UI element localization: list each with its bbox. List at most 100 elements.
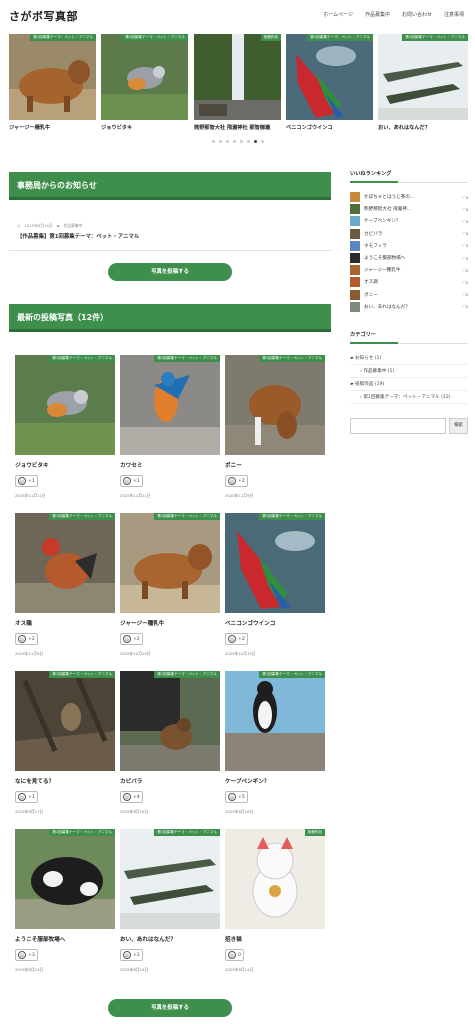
post-card[interactable]: 第1回募集テーマ・ペット・アニマル ジョウビタキ ☺ +1 2025年11月11日 [15, 355, 115, 503]
ranking-item[interactable]: オス鶏 ♡2 [350, 276, 468, 288]
post-date: 2025年11月9日 [225, 493, 254, 498]
ranking-thumb [350, 228, 360, 239]
nav-home[interactable]: ホームページ [323, 11, 353, 18]
slider-dot[interactable] [211, 140, 215, 143]
like-icon: ☺ [18, 951, 26, 959]
slider-dot[interactable] [260, 140, 264, 143]
like-widget[interactable]: ☺ +5 [225, 791, 325, 803]
post-image: 第1回募集テーマ・ペット・アニマル [120, 829, 220, 929]
like-widget[interactable]: ☺ +3 [15, 949, 115, 961]
post-tag: 第1回募集テーマ・ペット・アニマル [49, 513, 115, 520]
post-card[interactable]: 第1回募集テーマ・ペット・アニマル なにを見てる？ ☺ +1 2025年9月17日 [15, 671, 115, 819]
post-date: 2025年8月14日 [225, 967, 254, 972]
heart-icon: ♡2 [462, 292, 468, 298]
post-image: 第1回募集テーマ・ペット・アニマル [120, 355, 220, 455]
slide[interactable]: 第1回募集テーマ：ペット・アニマル おい、あれはなんだ？ [378, 34, 468, 131]
post-card[interactable]: 投稿作品 招き猫 ☺ 0 2025年8月14日 [225, 829, 325, 977]
site-logo[interactable]: さがボ写真部 [9, 8, 78, 24]
slide-tag: 第1回募集テーマ：ペット・アニマル [402, 34, 468, 41]
category-list: ▰ お知らせ (1) › 作品募集中 (1) ▰ 投稿作品 (19) › 第1回… [350, 352, 468, 404]
post-photo-button-bottom[interactable]: 写真を投稿する [108, 999, 232, 1017]
category-item[interactable]: ▰ 投稿作品 (19) [350, 378, 468, 391]
post-card[interactable]: 第1回募集テーマ・ペット・アニマル ケープペンギン？ ☺ +5 2025年8月18… [225, 671, 325, 819]
post-card[interactable]: 第1回募集テーマ・ペット・アニマル ポニー ☺ +2 2025年11月9日 [225, 355, 325, 503]
ranking-item[interactable]: ポニー ♡2 [350, 289, 468, 301]
ranking-item[interactable]: ケープペンギン？ ♡4 [350, 215, 468, 227]
like-count: +2 [238, 478, 245, 484]
news-title[interactable]: 【作品募集】第1回募集テーマ：ペット・アニマル [17, 232, 331, 240]
post-card[interactable]: 第1回募集テーマ・ペット・アニマル ジャージー種乳牛 ☺ +2 2025年10月2… [120, 513, 220, 661]
featured-slider[interactable]: 第1回募集テーマ：ペット・アニマル ジャージー種乳牛 第1回募集テーマ：ペット・… [0, 34, 475, 149]
ranking-item[interactable]: ネモフィラ ♡3 [350, 240, 468, 252]
like-widget[interactable]: ☺ +1 [15, 475, 115, 487]
like-icon: ☺ [18, 793, 26, 801]
post-date: 2025年8月14日 [15, 967, 44, 972]
search-form: 検索 [350, 417, 468, 434]
post-title: ポニー [225, 463, 242, 469]
news-category[interactable]: 作品募集中 [64, 223, 83, 229]
ranking-item[interactable]: カピバラ ♡4 [350, 228, 468, 240]
ranking-thumb [350, 265, 360, 276]
category-item[interactable]: › 作品募集中 (1) [350, 365, 468, 378]
nav-contact[interactable]: お問い合わせ [402, 11, 432, 18]
ranking-thumb [350, 204, 360, 215]
post-date: 2025年11月11日 [15, 493, 46, 498]
like-count: +5 [238, 794, 245, 800]
post-card[interactable]: 第1回募集テーマ・ペット・アニマル おい、あれはなんだ？ ☺ +2 2025年8月… [120, 829, 220, 977]
slider-dot-active[interactable] [253, 140, 257, 143]
like-widget[interactable]: ☺ +2 [225, 475, 325, 487]
post-image: 第1回募集テーマ・ペット・アニマル [225, 513, 325, 613]
sidebar: いいねランキング かぼちゃとほうじ茶の… ♡4 熊野那智大社 飛瀧神… ♡4 ケープ… [350, 170, 468, 434]
slider-dot[interactable] [225, 140, 229, 143]
ranking-item[interactable]: 熊野那智大社 飛瀧神… ♡4 [350, 203, 468, 215]
like-widget[interactable]: ☺ +1 [15, 791, 115, 803]
ranking-thumb [350, 192, 360, 203]
post-image: 第1回募集テーマ・ペット・アニマル [15, 355, 115, 455]
post-card[interactable]: 第1回募集テーマ・ペット・アニマル オス鶏 ☺ +2 2025年11月9日 [15, 513, 115, 661]
slide[interactable]: 第1回募集テーマ：ペット・アニマル ベニコンゴウインコ [286, 34, 373, 131]
search-input[interactable] [350, 417, 446, 434]
post-card[interactable]: 第1回募集テーマ・ペット・アニマル カワセミ ☺ +1 2025年11月11日 [120, 355, 220, 503]
slider-dot[interactable] [239, 140, 243, 143]
slide[interactable]: 投稿作品 熊野那智大社 飛瀧神社 那智御瀧 [194, 34, 281, 131]
slider-dot[interactable] [232, 140, 236, 143]
like-icon: ☺ [123, 951, 131, 959]
slide[interactable]: 第1回募集テーマ：ペット・アニマル ジョウビタキ [101, 34, 188, 131]
slider-pagination [0, 140, 475, 143]
like-widget[interactable]: ☺ +2 [225, 633, 325, 645]
like-widget[interactable]: ☺ +2 [120, 949, 220, 961]
slide-tag: 第1回募集テーマ：ペット・アニマル [30, 34, 96, 41]
post-date: 2025年11月11日 [120, 493, 151, 498]
like-widget[interactable]: ☺ +2 [120, 633, 220, 645]
slider-dot[interactable] [246, 140, 250, 143]
nav-contest[interactable]: 作品募集中 [365, 11, 390, 18]
site-header: さがボ写真部 ホームページ 作品募集中 お問い合わせ 注意事項 [0, 0, 475, 30]
ranking-item[interactable]: かぼちゃとほうじ茶の… ♡4 [350, 191, 468, 203]
ranking-heading: いいねランキング [350, 170, 468, 183]
like-widget[interactable]: ☺ +4 [120, 791, 220, 803]
like-widget[interactable]: ☺ +1 [120, 475, 220, 487]
post-photo-button[interactable]: 写真を投稿する [108, 263, 232, 281]
post-card[interactable]: 第1回募集テーマ・ペット・アニマル ベニコンゴウインコ ☺ +2 2025年10月… [225, 513, 325, 661]
post-title: なにを見てる？ [15, 779, 55, 785]
post-card[interactable]: 第1回募集テーマ・ペット・アニマル カピバラ ☺ +4 2025年8月18日 [120, 671, 220, 819]
nav-notes[interactable]: 注意事項 [444, 11, 464, 18]
like-count: +2 [238, 636, 245, 642]
category-item[interactable]: ▰ お知らせ (1) [350, 352, 468, 365]
ranking-item[interactable]: ジャージー種乳牛 ♡2 [350, 264, 468, 276]
like-widget[interactable]: ☺ 0 [225, 949, 325, 961]
slide-tag: 第1回募集テーマ：ペット・アニマル [307, 34, 373, 41]
like-count: +2 [133, 636, 140, 642]
main-column: 事務局からのお知らせ ◷ 2025年8月14日 ▰ 作品募集中 【作品募集】第1… [9, 172, 331, 332]
post-card[interactable]: 第1回募集テーマ・ペット・アニマル ようこそ服部牧場へ ☺ +3 2025年8月1… [15, 829, 115, 977]
like-widget[interactable]: ☺ +2 [15, 633, 115, 645]
category-item[interactable]: › 第1回募集テーマ：ペット・アニマル (12) [350, 391, 468, 404]
post-tag: 第1回募集テーマ・ペット・アニマル [154, 513, 220, 520]
search-button[interactable]: 検索 [449, 417, 468, 434]
slider-dot[interactable] [218, 140, 222, 143]
ranking-item[interactable]: おい、あれはなんだ？ ♡2 [350, 301, 468, 313]
ranking-item[interactable]: ようこそ服部牧場へ ♡3 [350, 252, 468, 264]
ranking-thumb [350, 240, 360, 251]
post-tag: 投稿作品 [304, 829, 325, 836]
slide[interactable]: 第1回募集テーマ：ペット・アニマル ジャージー種乳牛 [9, 34, 96, 131]
